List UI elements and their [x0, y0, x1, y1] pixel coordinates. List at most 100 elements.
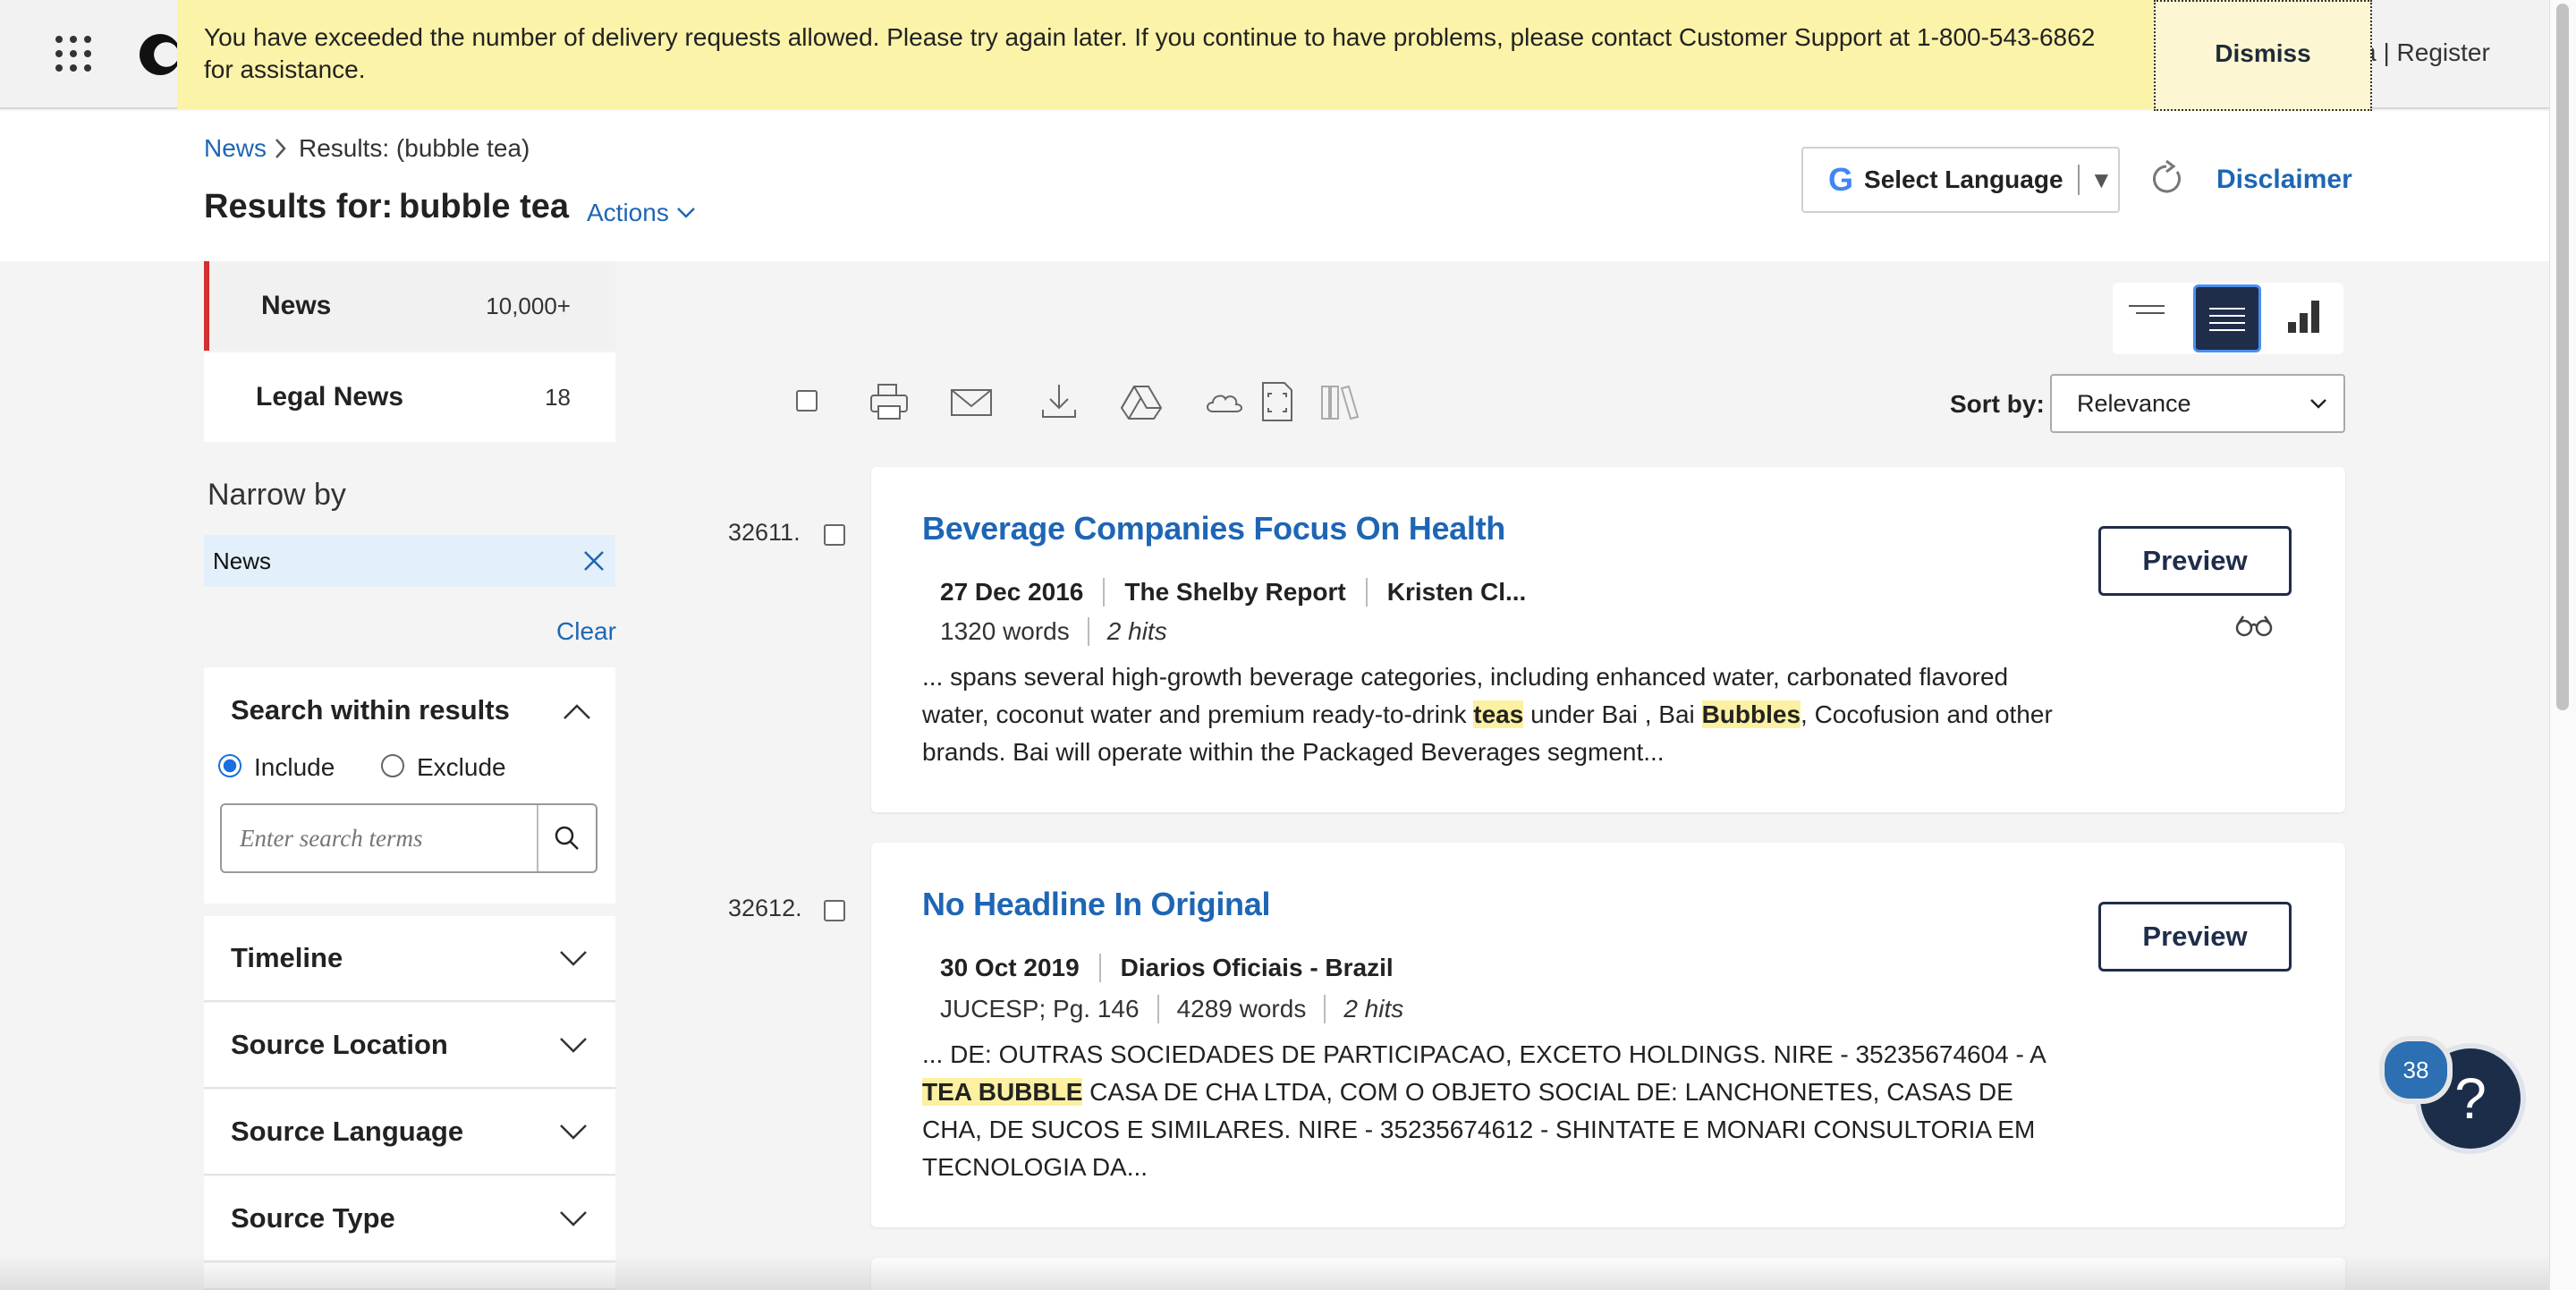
result-date: 30 Oct 2019 — [940, 954, 1080, 981]
breadcrumb-current: Results: (bubble tea) — [299, 134, 530, 162]
google-drive-icon[interactable] — [1120, 381, 1163, 422]
close-icon[interactable] — [581, 548, 606, 573]
chevron-down-icon — [560, 951, 587, 966]
preview-button[interactable]: Preview — [2098, 526, 2292, 596]
result-page: JUCESP; Pg. 146 — [940, 995, 1140, 1023]
sort-by-select[interactable]: Relevance — [2050, 374, 2345, 433]
accordion-timeline[interactable]: Timeline — [204, 916, 615, 1002]
result-source: The Shelby Report — [1124, 578, 1346, 606]
search-within-input[interactable] — [222, 805, 537, 871]
result-checkbox[interactable] — [824, 900, 845, 921]
snippet-text: ... DE: OUTRAS SOCIEDADES DE PARTICIPACA… — [922, 1040, 2046, 1068]
dropdown-arrow-icon: ▼ — [2089, 165, 2114, 193]
print-icon[interactable] — [868, 381, 911, 422]
tab-news-count: 10,000+ — [486, 292, 571, 319]
brand-logo[interactable] — [140, 34, 181, 75]
analytics-view-icon[interactable] — [2286, 299, 2322, 335]
exclude-label: Exclude — [417, 753, 506, 781]
meta-divider — [1157, 995, 1159, 1023]
meta-divider — [1324, 995, 1326, 1023]
tab-news-label: News — [261, 291, 332, 320]
help-question-icon: ? — [2454, 1066, 2487, 1131]
sort-selected-value: Relevance — [2077, 389, 2191, 417]
meta-divider — [1098, 954, 1101, 982]
result-headline-link[interactable]: No Headline In Original — [922, 886, 1270, 923]
page-title-prefix: Results for: — [204, 188, 394, 225]
headline-view-icon[interactable] — [2129, 295, 2165, 322]
narrow-by-heading: Narrow by — [208, 478, 346, 512]
result-meta-secondary: 1320 words 2 hits — [940, 617, 1167, 646]
help-notification-badge: 38 — [2385, 1041, 2447, 1099]
meta-divider — [1087, 617, 1089, 646]
result-meta: 30 Oct 2019 Diarios Oficiais - Brazil — [940, 954, 1394, 982]
chevron-down-icon — [676, 208, 695, 218]
cloud-icon[interactable] — [1202, 381, 1245, 422]
accordion-source-language[interactable]: Source Language — [204, 1090, 615, 1175]
library-icon[interactable] — [1320, 381, 1363, 422]
meta-divider — [1365, 578, 1368, 607]
page-title-term: bubble tea — [399, 188, 570, 225]
disclaimer-link[interactable]: Disclaimer — [2216, 165, 2352, 195]
banner-message: You have exceeded the number of delivery… — [204, 23, 2096, 83]
preview-button[interactable]: Preview — [2098, 902, 2292, 972]
detailed-view-button[interactable] — [2193, 284, 2261, 352]
result-word-count: 1320 words — [940, 617, 1070, 645]
sort-by-label: Sort by: — [1950, 390, 2045, 418]
glasses-icon[interactable] — [2234, 614, 2274, 637]
result-date: 27 Dec 2016 — [940, 578, 1084, 606]
scrollbar-thumb[interactable] — [2556, 4, 2569, 710]
dismiss-button[interactable]: Dismiss — [2154, 0, 2372, 111]
tab-news[interactable]: News 10,000+ — [204, 261, 615, 351]
result-meta-secondary: JUCESP; Pg. 146 4289 words 2 hits — [940, 995, 1403, 1023]
select-all-checkbox[interactable] — [796, 390, 818, 412]
apps-grid-icon[interactable] — [55, 36, 91, 72]
meta-divider — [1103, 578, 1106, 607]
download-icon[interactable] — [1038, 381, 1080, 422]
tab-legal-news[interactable]: Legal News 18 — [204, 352, 615, 442]
result-number: 32612. — [728, 895, 802, 921]
chevron-down-icon — [560, 1125, 587, 1140]
register-link[interactable]: | Register — [2383, 38, 2489, 66]
snippet-text: CASA DE CHA LTDA, COM O OBJETO SOCIAL DE… — [922, 1078, 2036, 1181]
expand-document-icon[interactable] — [1256, 381, 1299, 422]
result-meta: 27 Dec 2016 The Shelby Report Kristen Cl… — [940, 578, 1526, 607]
result-number: 32611. — [728, 519, 801, 546]
accordion-source-type-label: Source Type — [231, 1202, 395, 1234]
include-label: Include — [254, 753, 335, 781]
result-word-count: 4289 words — [1176, 995, 1307, 1023]
email-icon[interactable] — [950, 381, 993, 422]
search-within-box — [220, 803, 597, 873]
accordion-more — [204, 1263, 615, 1290]
exclude-radio[interactable] — [381, 754, 404, 777]
result-hits: 2 hits — [1343, 995, 1404, 1023]
accordion-source-location[interactable]: Source Location — [204, 1003, 615, 1089]
breadcrumb-news-link[interactable]: News — [204, 134, 267, 163]
tab-legal-news-count: 18 — [545, 383, 571, 411]
result-author: Kristen Cl... — [1386, 578, 1527, 606]
actions-menu-button[interactable]: Actions — [587, 199, 696, 227]
result-headline-link[interactable]: Beverage Companies Focus On Health — [922, 510, 1505, 547]
include-radio[interactable] — [218, 754, 242, 777]
refresh-icon[interactable] — [2147, 159, 2186, 199]
result-hits: 2 hits — [1106, 617, 1167, 645]
result-checkbox[interactable] — [824, 524, 845, 546]
result-snippet: ... spans several high-growth beverage c… — [922, 658, 2058, 771]
chevron-up-icon[interactable] — [562, 703, 592, 721]
snippet-highlight: Bubbles — [1701, 700, 1801, 728]
tab-legal-news-label: Legal News — [256, 382, 404, 412]
snippet-highlight: teas — [1473, 700, 1524, 728]
snippet-text: under Bai , Bai — [1523, 700, 1702, 728]
accordion-source-location-label: Source Location — [231, 1029, 448, 1060]
accordion-source-type[interactable]: Source Type — [204, 1176, 615, 1262]
result-card — [871, 1258, 2345, 1290]
select-language-dropdown[interactable]: G Select Language ▼ — [1801, 147, 2120, 213]
google-g-icon: G — [1828, 161, 1854, 198]
search-button[interactable] — [537, 805, 596, 871]
search-icon — [555, 826, 579, 850]
accordion-timeline-label: Timeline — [231, 942, 343, 973]
accordion-source-language-label: Source Language — [231, 1116, 464, 1147]
clear-filters-link[interactable]: Clear — [556, 617, 616, 646]
result-snippet: ... DE: OUTRAS SOCIEDADES DE PARTICIPACA… — [922, 1036, 2058, 1186]
signin-register-links[interactable]: a | Register — [2361, 38, 2490, 68]
breadcrumb-chevron-icon — [275, 139, 286, 158]
